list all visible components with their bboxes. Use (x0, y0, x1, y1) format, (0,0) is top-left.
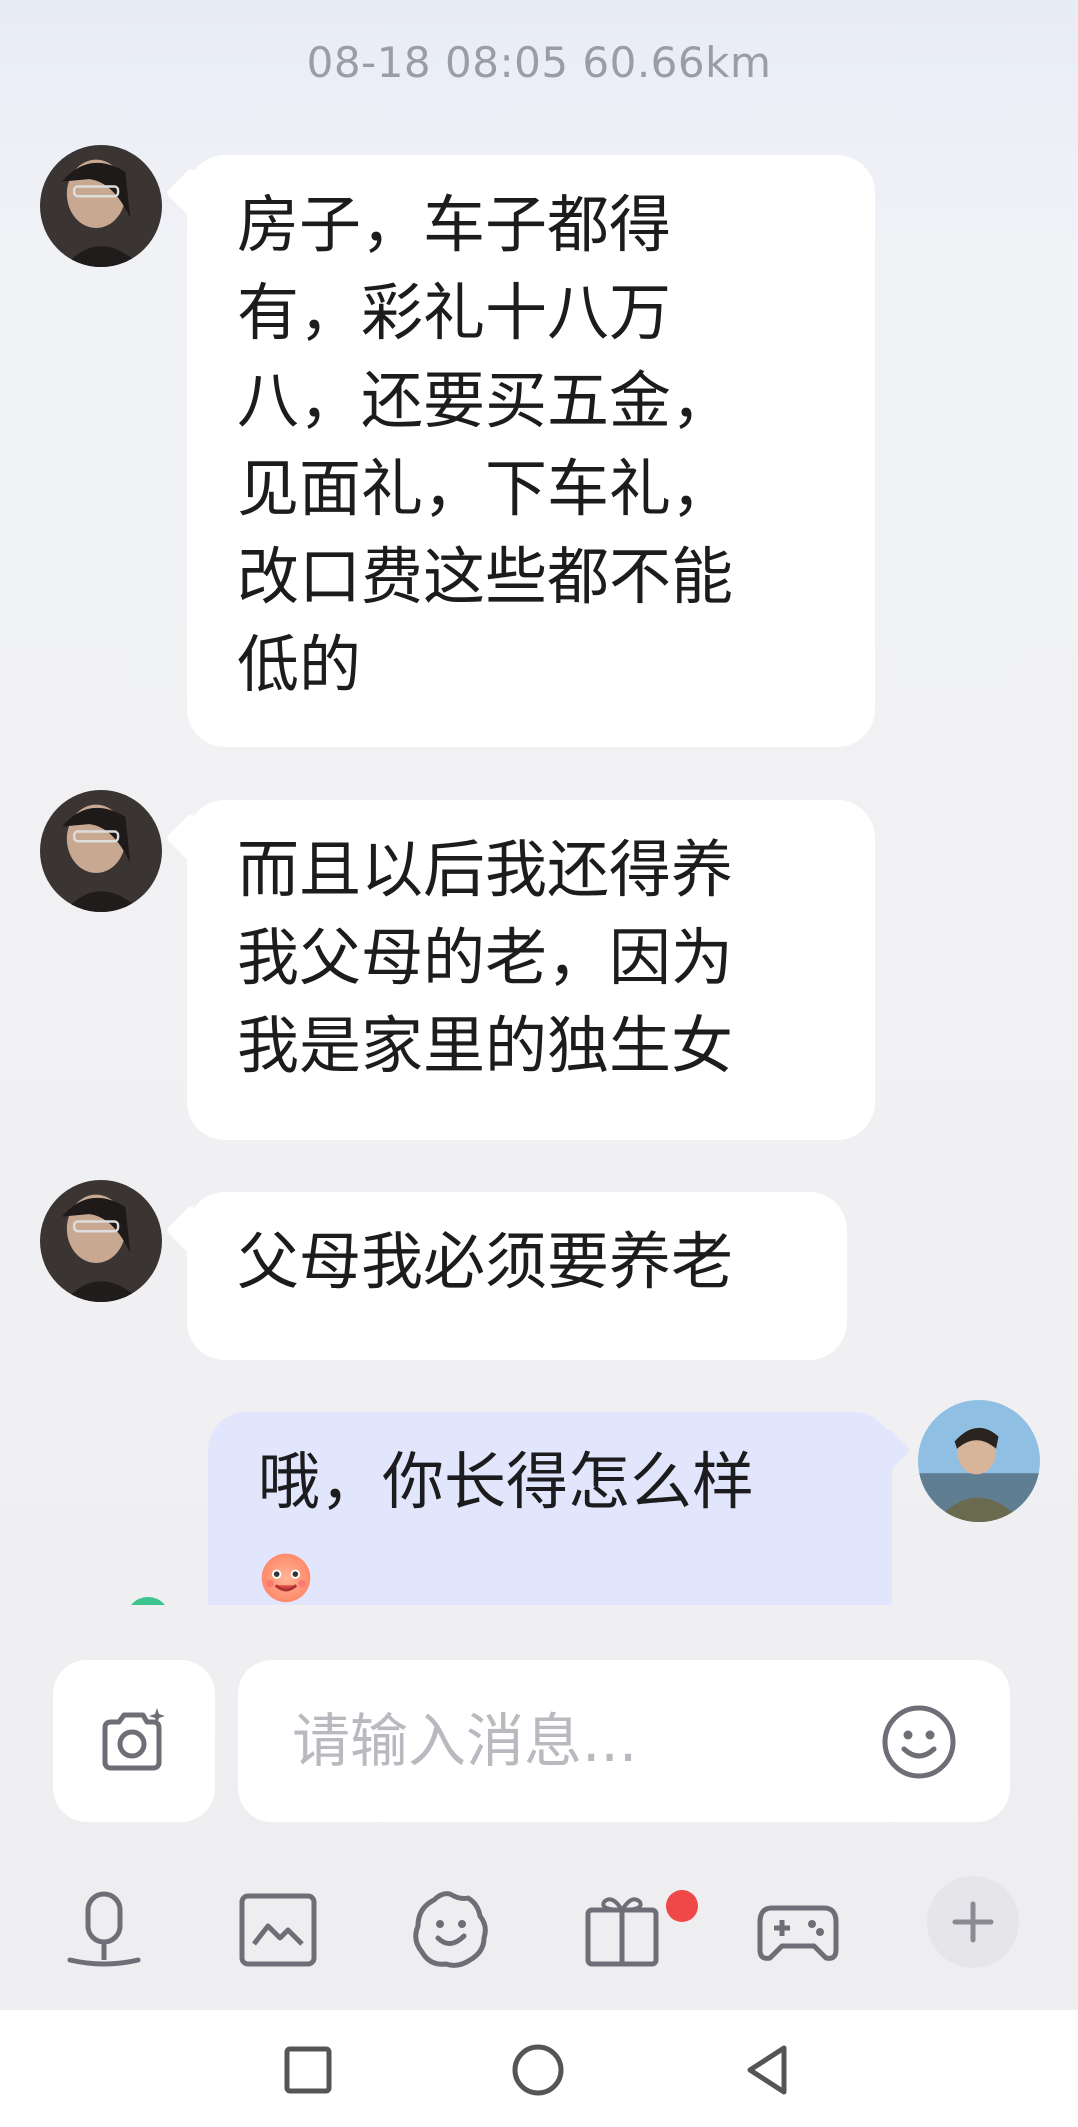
message-text-line: 父母我必须要养老 (237, 1225, 734, 1298)
message-bubble[interactable]: 父母我必须要养老 (187, 1192, 847, 1360)
sticker-icon (413, 1891, 488, 1968)
gift-button[interactable] (582, 1888, 666, 1972)
message-text-line: 我父母的老，因为 (237, 921, 734, 994)
gift-icon (585, 1897, 659, 1967)
status-indicator (126, 1597, 170, 1605)
square-icon (284, 2046, 332, 2094)
message-bubble[interactable]: 而且以后我还得养 我父母的老，因为 我是家里的独生女 (187, 800, 875, 1140)
smiley-icon (882, 1705, 956, 1779)
camera-button[interactable] (53, 1660, 215, 1822)
my-avatar[interactable] (918, 1400, 1040, 1522)
home-button[interactable] (508, 2040, 568, 2100)
emoji-button[interactable] (880, 1703, 958, 1781)
game-button[interactable] (756, 1888, 840, 1972)
message-text-line: 有，彩礼十八万 (237, 276, 672, 349)
back-button[interactable] (738, 2040, 798, 2100)
camera-icon (102, 1708, 165, 1771)
gamepad-icon (757, 1905, 839, 1961)
voice-icon (67, 1891, 141, 1967)
message-text-line: 低的 (237, 628, 362, 701)
message-text-line: 改口费这些都不能 (237, 540, 734, 613)
message-text-line: 八，还要买五金， (237, 364, 734, 437)
chat-area: 08-18 08:05 60.66km 房子，车子都得 有，彩礼十八万 八，还要… (0, 0, 1078, 1605)
contact-avatar[interactable] (40, 790, 162, 912)
contact-avatar[interactable] (40, 145, 162, 267)
contact-avatar[interactable] (40, 1180, 162, 1302)
circle-icon (512, 2044, 564, 2096)
message-text-line: 哦，你长得怎么样 (258, 1445, 755, 1518)
image-button[interactable] (236, 1888, 320, 1972)
image-icon (239, 1893, 317, 1967)
message-input[interactable] (290, 1700, 854, 1782)
triangle-back-icon (747, 2045, 787, 2095)
recents-button[interactable] (278, 2040, 338, 2100)
sticker-button[interactable] (408, 1888, 492, 1972)
voice-button[interactable] (62, 1888, 146, 1972)
message-bubble[interactable]: 房子，车子都得 有，彩礼十八万 八，还要买五金， 见面礼，下车礼， 改口费这些都… (187, 155, 875, 747)
message-text-line: 而且以后我还得养 (237, 833, 734, 906)
message-text-line: 我是家里的独生女 (237, 1009, 734, 1082)
system-navigation-bar (0, 2010, 1078, 2127)
my-message-bubble[interactable]: 哦，你长得怎么样 (208, 1412, 892, 1605)
smiling-face-emoji (261, 1553, 311, 1603)
message-text-line: 房子，车子都得 (237, 188, 672, 261)
plus-icon (952, 1901, 994, 1943)
message-input-box[interactable] (238, 1660, 1010, 1822)
message-composer (0, 1640, 1078, 1840)
message-text-line: 见面礼，下车礼， (237, 452, 734, 525)
message-timestamp: 08-18 08:05 60.66km (306, 38, 772, 87)
notification-badge (666, 1890, 698, 1922)
more-button[interactable] (927, 1876, 1019, 1968)
chat-toolbar (0, 1870, 1078, 1990)
